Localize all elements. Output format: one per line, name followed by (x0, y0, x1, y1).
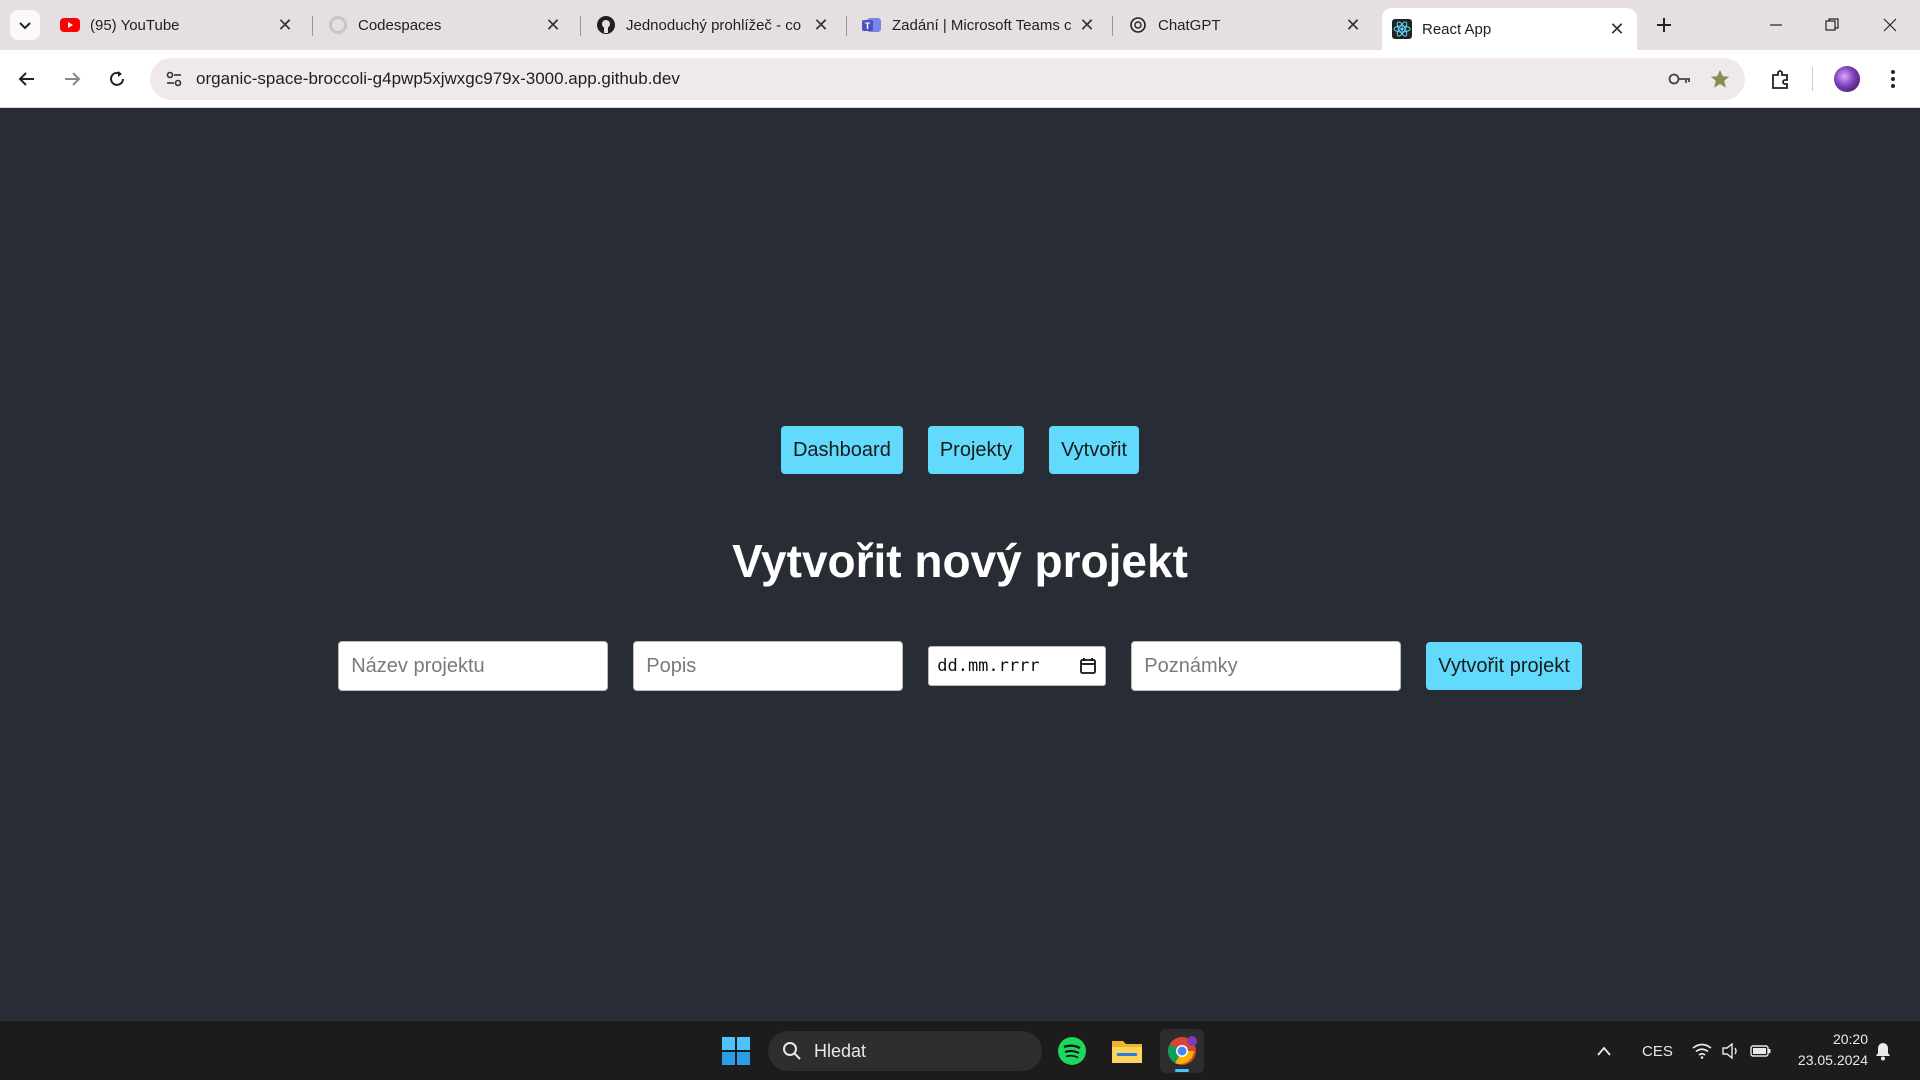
language-indicator[interactable]: CES (1642, 1021, 1673, 1080)
react-app-page: Dashboard Projekty Vytvořit Vytvořit nov… (0, 109, 1920, 1020)
tab-github-browser[interactable]: Jednoduchý prohlížeč - co ✕ (586, 8, 841, 42)
back-button[interactable] (10, 62, 44, 96)
arrow-left-icon (18, 72, 34, 86)
tab-title: React App (1422, 20, 1492, 38)
tab-title: Zadání | Microsoft Teams c (892, 16, 1071, 34)
nav-vytvorit[interactable]: Vytvořit (1049, 426, 1140, 474)
github-icon (596, 15, 616, 35)
tab-title: Jednoduchý prohlížeč - co (626, 16, 802, 34)
profile-button[interactable] (1830, 62, 1864, 96)
tab-title: (95) YouTube (90, 16, 180, 34)
nav-projekty[interactable]: Projekty (927, 426, 1025, 474)
file-explorer-button[interactable] (1105, 1029, 1149, 1073)
chrome-taskbar-button[interactable] (1160, 1029, 1204, 1073)
url-text: organic-space-broccoli-g4pwp5xjwxgc979x-… (196, 69, 680, 88)
tab-title: Codespaces (358, 16, 442, 34)
tab-youtube[interactable]: (95) YouTube ✕ (50, 8, 305, 42)
bell-icon (1876, 1043, 1890, 1061)
tab-chatgpt[interactable]: ChatGPT ✕ (1118, 8, 1373, 42)
restore-button[interactable] (1812, 8, 1852, 42)
battery-icon (1750, 1045, 1771, 1057)
app-nav: Dashboard Projekty Vytvořit (0, 426, 1920, 474)
password-key-icon[interactable] (1667, 68, 1693, 90)
language-label: CES (1642, 1042, 1673, 1060)
date-placeholder: dd.mm.rrrr (937, 656, 1040, 676)
spotify-icon (1058, 1037, 1086, 1065)
calendar-icon[interactable] (1079, 657, 1097, 675)
chrome-icon (1168, 1036, 1197, 1065)
page-title: Vytvořit nový projekt (732, 535, 1188, 587)
project-date-input[interactable]: dd.mm.rrrr (928, 646, 1107, 686)
close-window-button[interactable] (1870, 8, 1910, 42)
wifi-icon (1692, 1043, 1712, 1059)
windows-icon (722, 1037, 750, 1065)
close-icon (1883, 18, 1897, 32)
chatgpt-icon (1128, 15, 1148, 35)
toolbar-divider (1812, 67, 1813, 91)
avatar (1834, 66, 1860, 92)
close-tab-icon[interactable]: ✕ (1343, 15, 1363, 35)
browser-toolbar: organic-space-broccoli-g4pwp5xjwxgc979x-… (0, 50, 1920, 108)
windows-taskbar: Hledat CES 20:20 23.05.2024 (0, 1020, 1920, 1080)
close-tab-icon[interactable]: ✕ (1607, 19, 1627, 39)
tab-react-app[interactable]: React App ✕ (1382, 8, 1637, 50)
active-app-indicator (1175, 1069, 1189, 1072)
arrow-right-icon (65, 72, 81, 86)
create-project-form: dd.mm.rrrr Vytvořit projekt (0, 641, 1920, 691)
chevron-up-icon (1597, 1046, 1611, 1056)
reload-icon (110, 71, 124, 86)
taskbar-search[interactable]: Hledat (768, 1031, 1042, 1071)
more-vertical-icon (1891, 70, 1895, 88)
tab-codespaces[interactable]: Codespaces ✕ (318, 8, 573, 42)
create-project-button[interactable]: Vytvořit projekt (1426, 642, 1582, 690)
forward-button[interactable] (55, 62, 89, 96)
project-name-input[interactable] (338, 641, 609, 691)
plus-icon (1657, 18, 1671, 32)
system-tray-status[interactable] (1692, 1021, 1772, 1080)
tab-separator (312, 16, 313, 36)
github-icon (328, 15, 348, 35)
site-settings-icon[interactable] (160, 65, 188, 93)
spotify-button[interactable] (1050, 1029, 1094, 1073)
react-icon (1392, 19, 1412, 39)
svg-text:T: T (865, 21, 871, 31)
tab-separator (846, 16, 847, 36)
close-tab-icon[interactable]: ✕ (543, 15, 563, 35)
reload-button[interactable] (100, 62, 134, 96)
restore-icon (1825, 18, 1839, 31)
nav-dashboard[interactable]: Dashboard (780, 426, 903, 474)
clock-date: 23.05.2024 (1797, 1052, 1868, 1068)
show-hidden-icons[interactable] (1596, 1021, 1612, 1080)
chevron-down-icon (19, 22, 31, 30)
browser-menu-button[interactable] (1876, 62, 1910, 96)
tab-teams[interactable]: T Zadání | Microsoft Teams c ✕ (852, 8, 1107, 42)
youtube-icon (60, 15, 80, 35)
search-icon (783, 1042, 801, 1060)
search-label: Hledat (814, 1040, 867, 1061)
folder-icon (1112, 1041, 1142, 1063)
teams-icon: T (862, 15, 882, 35)
tab-separator (580, 16, 581, 36)
puzzle-icon (1772, 70, 1788, 89)
tab-title: ChatGPT (1158, 16, 1221, 34)
volume-icon (1722, 1043, 1737, 1059)
notifications-button[interactable] (1874, 1021, 1892, 1080)
close-tab-icon[interactable]: ✕ (275, 15, 295, 35)
bookmark-star-icon[interactable] (1707, 66, 1733, 92)
extensions-button[interactable] (1764, 62, 1798, 96)
new-tab-button[interactable] (1650, 11, 1678, 39)
tab-search-button[interactable] (10, 10, 40, 40)
start-button[interactable] (714, 1029, 758, 1073)
close-tab-icon[interactable]: ✕ (811, 15, 831, 35)
project-notes-input[interactable] (1131, 641, 1402, 691)
minimize-icon (1770, 24, 1782, 26)
close-tab-icon[interactable]: ✕ (1077, 15, 1097, 35)
project-description-input[interactable] (633, 641, 904, 691)
system-clock[interactable]: 20:20 23.05.2024 (1798, 1029, 1868, 1071)
tab-separator (1112, 16, 1113, 36)
browser-tab-strip: (95) YouTube ✕ Codespaces ✕ Jednoduchý p… (0, 0, 1920, 50)
address-bar[interactable]: organic-space-broccoli-g4pwp5xjwxgc979x-… (150, 58, 1745, 100)
minimize-button[interactable] (1756, 8, 1796, 42)
clock-time: 20:20 (1832, 1031, 1868, 1047)
